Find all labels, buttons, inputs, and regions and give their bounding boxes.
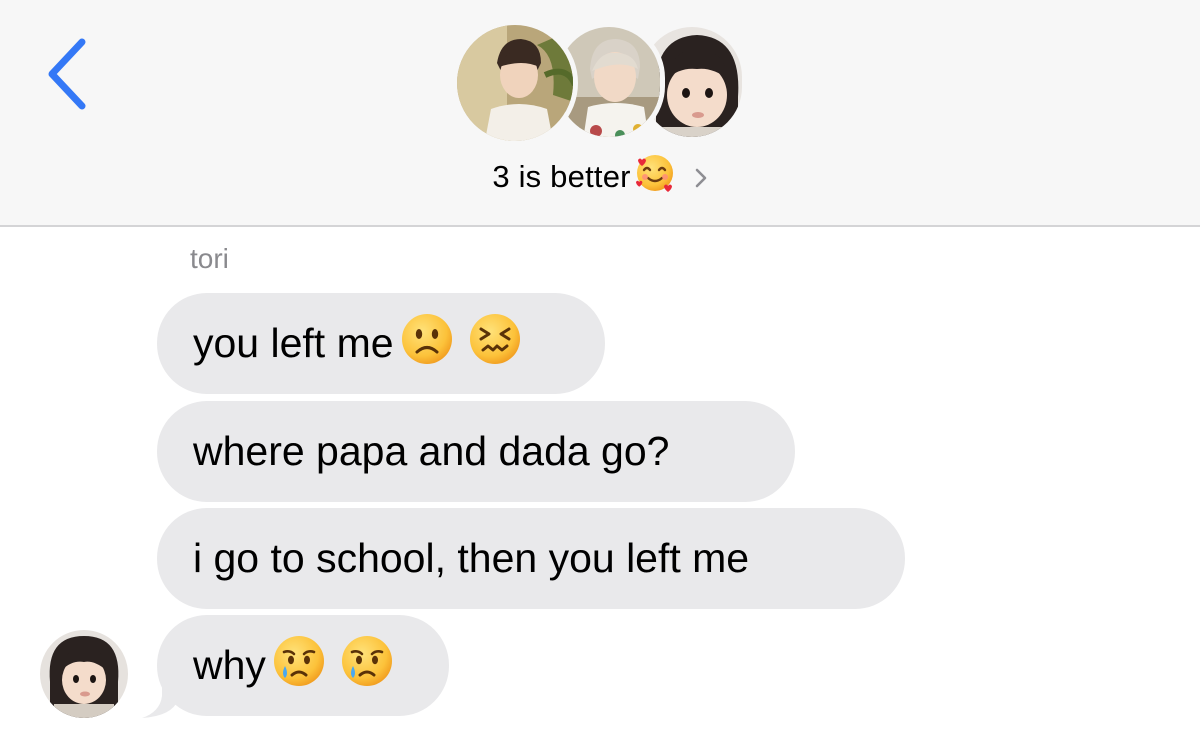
sender-name: tori <box>190 243 229 274</box>
conversation-header: 3 is better <box>0 0 1200 227</box>
sender-avatar[interactable] <box>40 630 128 718</box>
group-name: 3 is better <box>492 159 631 194</box>
message-bubble[interactable]: where papa and dada go? <box>157 401 795 502</box>
message-text: why <box>193 642 266 688</box>
message-text: i go to school, then you left me <box>193 535 750 581</box>
avatar-member-1 <box>452 20 578 146</box>
message-bubble[interactable]: you left me <box>157 293 605 394</box>
message-bubble[interactable]: i go to school, then you left me <box>157 508 905 609</box>
slightly-frowning-face-icon <box>400 312 454 376</box>
message-text: where papa and dada go? <box>193 428 670 474</box>
group-name-button[interactable]: 3 is better <box>0 152 1200 202</box>
smiling-face-with-hearts-icon <box>634 152 676 202</box>
confounded-face-icon <box>468 312 522 376</box>
group-avatars[interactable] <box>0 0 1200 150</box>
chevron-right-icon <box>694 161 708 197</box>
crying-face-icon <box>340 634 394 698</box>
crying-face-icon <box>272 634 326 698</box>
message-text: you left me <box>193 320 394 366</box>
message-bubble[interactable]: why <box>157 615 449 716</box>
